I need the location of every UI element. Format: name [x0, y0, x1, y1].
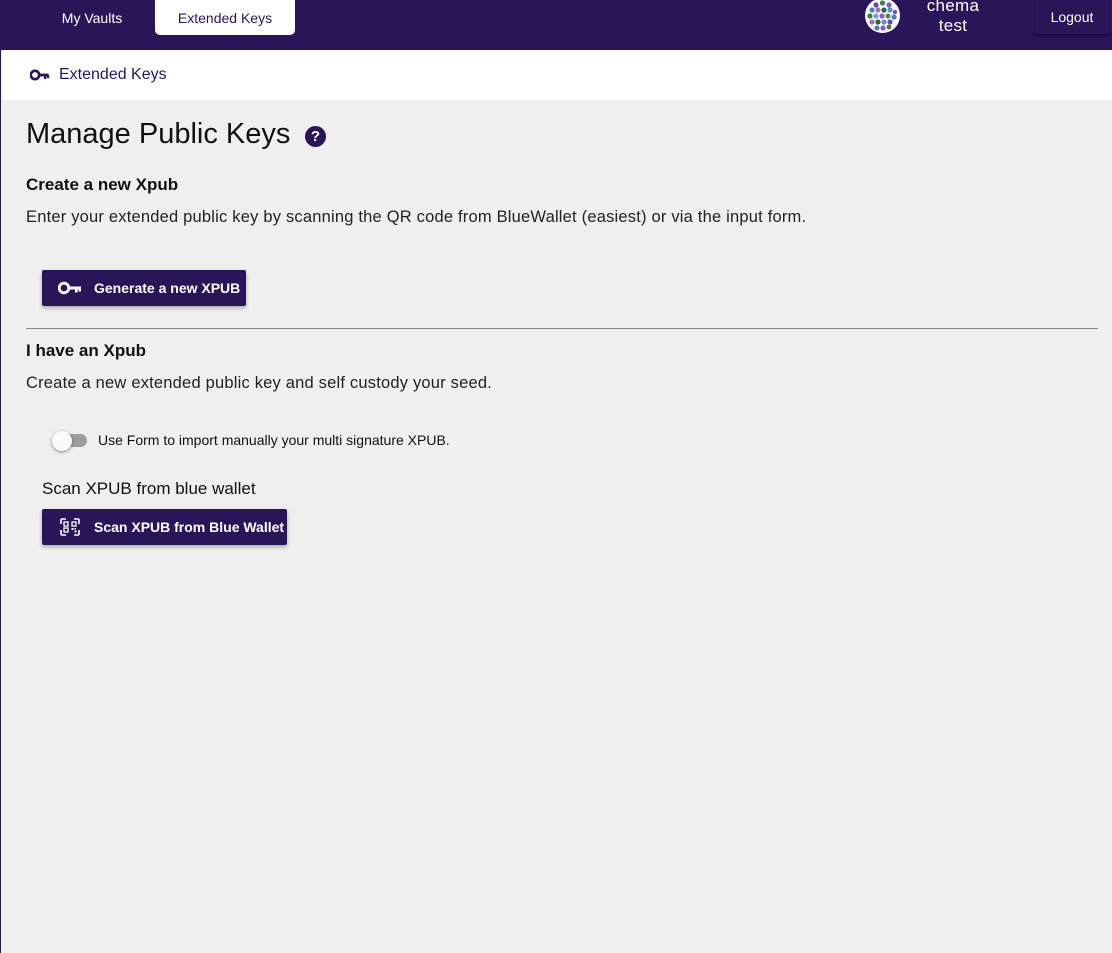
page-title: Manage Public Keys [26, 118, 291, 150]
breadcrumb-extended-keys[interactable]: Extended Keys [59, 66, 167, 84]
generate-xpub-label: Generate a new XPUB [94, 280, 241, 296]
user-first-name: chema [926, 0, 980, 15]
logout-button[interactable]: Logout [1035, 0, 1109, 34]
app-frame: My Vaults Extended Keys chema test Logou… [0, 0, 1112, 953]
manual-form-toggle-thumb[interactable] [52, 431, 72, 451]
avatar-pattern-icon [867, 0, 898, 31]
scan-xpub-label: Scan XPUB from Blue Wallet [94, 519, 285, 535]
manual-form-toggle-label: Use Form to import manually your multi s… [98, 432, 450, 448]
avatar[interactable] [865, 0, 900, 33]
tab-extended-keys[interactable]: Extended Keys [155, 0, 295, 35]
key-icon [30, 69, 50, 81]
help-icon[interactable]: ? [305, 126, 326, 147]
top-nav-bar: My Vaults Extended Keys chema test Logou… [1, 0, 1112, 50]
have-xpub-description: Create a new extended public key and sel… [26, 374, 493, 392]
breadcrumb: Extended Keys [2, 50, 1112, 100]
generate-xpub-button[interactable]: Generate a new XPUB [42, 270, 246, 306]
create-xpub-description: Enter your extended public key by scanni… [26, 208, 807, 226]
have-xpub-title: I have an Xpub [26, 341, 146, 360]
key-icon [58, 281, 81, 295]
qr-scan-icon [60, 518, 80, 536]
user-name: chema test [905, 0, 1001, 36]
create-xpub-title: Create a new Xpub [26, 175, 179, 194]
scan-xpub-button[interactable]: Scan XPUB from Blue Wallet [42, 509, 287, 545]
tab-my-vaults[interactable]: My Vaults [29, 0, 155, 35]
scan-heading: Scan XPUB from blue wallet [42, 479, 256, 498]
user-last-name: test [938, 16, 968, 35]
section-divider [26, 328, 1098, 329]
